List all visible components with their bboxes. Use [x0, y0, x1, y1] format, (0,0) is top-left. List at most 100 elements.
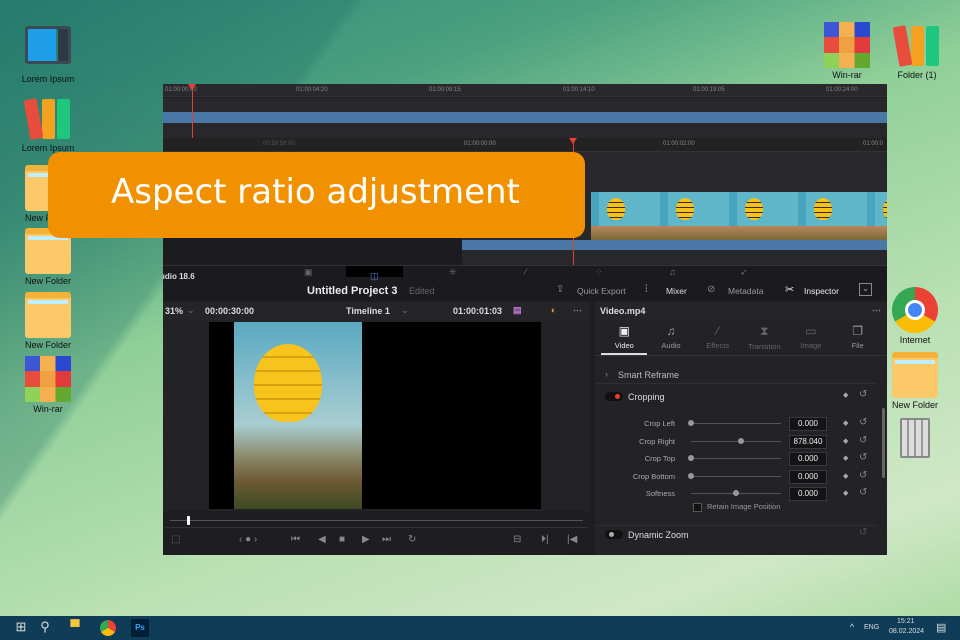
retain-image-position-checkbox[interactable]: Retain Image Position	[693, 502, 780, 512]
play-icon[interactable]: ▶	[362, 534, 370, 545]
skip-to-start-icon[interactable]: ⏮	[291, 534, 300, 545]
cropping-toggle[interactable]	[605, 392, 623, 401]
keyframe-icon[interactable]: ◆	[843, 454, 848, 462]
reset-icon[interactable]: ↺	[859, 389, 867, 400]
reset-icon[interactable]: ↺	[859, 452, 867, 463]
desktop-icon-binders[interactable]: Folder (1)	[882, 22, 952, 80]
stop-icon[interactable]: ■	[339, 534, 345, 545]
slider-knob[interactable]	[688, 420, 694, 426]
keyframe-icon[interactable]: ◆	[843, 437, 848, 445]
bottom-timeline-ruler[interactable]: 00:59:58:00 01:00:00:00 01:00:02:00 01:0…	[163, 138, 887, 152]
video-clip-thumbnails[interactable]	[591, 192, 887, 240]
desktop-icon-winrar[interactable]: Win-rar	[812, 22, 882, 80]
param-slider[interactable]	[691, 437, 781, 444]
slider-knob[interactable]	[733, 490, 739, 496]
reset-icon[interactable]: ↺	[859, 417, 867, 428]
inspector-button[interactable]: Inspector	[804, 286, 839, 296]
mark-out-icon[interactable]: |◀	[567, 534, 577, 545]
desktop-icon-recycle-bin[interactable]	[880, 418, 950, 460]
desktop-icon-binders[interactable]: Lorem Ipsum	[13, 95, 83, 153]
dynamic-zoom-toggle[interactable]	[605, 530, 623, 539]
param-slider[interactable]	[691, 490, 781, 496]
keyframe-icon[interactable]: ◆	[843, 472, 848, 480]
search-icon[interactable]: ⚲	[36, 619, 54, 637]
deliver-page-icon[interactable]: ➶	[740, 267, 748, 278]
chrome-icon[interactable]	[100, 620, 116, 636]
reset-icon[interactable]: ↺	[859, 527, 867, 538]
quick-export-button[interactable]: Quick Export	[577, 286, 626, 296]
dynamic-zoom-section[interactable]: Dynamic Zoom ↺	[595, 525, 877, 543]
more-options-icon[interactable]: ⋯	[573, 305, 582, 316]
scrubber[interactable]	[165, 512, 588, 528]
fairlight-page-icon[interactable]: ♫	[669, 267, 676, 277]
reset-icon[interactable]: ↺	[859, 487, 867, 498]
desktop-icon-folder[interactable]: New Folder	[13, 292, 83, 350]
timeline-dropdown[interactable]: Timeline 1	[346, 306, 390, 316]
top-timeline-ruler[interactable]: 01:00:00:00 01:00:04:20 01:00:09:15 01:0…	[163, 84, 887, 97]
cropping-section-header[interactable]: Cropping ◆ ↺	[595, 388, 877, 406]
slider-knob[interactable]	[688, 472, 694, 479]
tab-audio[interactable]: ♫ Audio	[648, 320, 694, 355]
keyframe-icon[interactable]: ◆	[843, 391, 848, 399]
param-value-field[interactable]: 0.000	[789, 417, 827, 431]
keyframe-icon[interactable]: ◆	[843, 489, 848, 497]
inspector-scrollbar[interactable]	[882, 408, 885, 478]
desktop-icon-folder[interactable]: New Folder	[880, 352, 950, 410]
project-title: Untitled Project 3	[307, 285, 398, 297]
scrubber-handle[interactable]	[186, 516, 190, 525]
param-slider[interactable]	[688, 472, 781, 479]
windows-start-icon[interactable]: ⊞	[12, 619, 30, 637]
audio-clip[interactable]	[462, 240, 887, 250]
page-tab-cut[interactable]: ◫	[346, 266, 403, 281]
language-indicator[interactable]: ENG	[864, 624, 879, 631]
slider-knob[interactable]	[688, 455, 694, 461]
prev-marker-icon[interactable]: ‹ ● ›	[239, 534, 257, 545]
param-value-field[interactable]: 0.000	[789, 452, 827, 466]
crop-frame-icon[interactable]: ⬚	[171, 534, 180, 545]
clock-time[interactable]: 15:21	[897, 618, 915, 625]
play-reverse-icon[interactable]: ◀	[318, 534, 326, 545]
clip-view-icon[interactable]: ▤	[513, 305, 522, 316]
smart-reframe-section[interactable]: › Smart Reframe	[595, 366, 877, 384]
param-slider[interactable]	[688, 420, 781, 426]
tray-chevron-icon[interactable]: ^	[850, 622, 854, 632]
edit-page-icon[interactable]: ⁜	[449, 267, 457, 278]
tab-video[interactable]: ▣ Video	[601, 320, 648, 355]
media-page-icon[interactable]: ▣	[304, 267, 313, 278]
param-slider[interactable]	[688, 455, 781, 461]
mark-in-icon[interactable]: ⏵|	[541, 534, 549, 545]
more-options-icon[interactable]: ⋯	[872, 305, 881, 316]
metadata-button[interactable]: Metadata	[728, 286, 763, 296]
desktop-icon-winrar[interactable]: Win-rar	[13, 356, 83, 414]
color-wheel-icon[interactable]: ◐	[551, 305, 556, 315]
param-value-field[interactable]: 878.040	[789, 434, 827, 449]
tab-transition[interactable]: ⧗ Transition	[741, 320, 787, 355]
tab-effects[interactable]: ⁄ Effects	[695, 320, 741, 355]
loop-icon[interactable]: ↻	[408, 534, 416, 545]
notifications-icon[interactable]: ▤	[936, 621, 946, 634]
reset-icon[interactable]: ↺	[859, 470, 867, 481]
slider-knob[interactable]	[737, 437, 744, 444]
file-icon: ❐	[852, 324, 863, 338]
top-playhead[interactable]	[188, 84, 196, 138]
param-label: Softness	[645, 489, 675, 498]
desktop-icon-computer[interactable]: Lorem Ipsum	[13, 26, 83, 84]
file-explorer-icon[interactable]: ▀	[66, 619, 84, 637]
param-value-field[interactable]: 0.000	[789, 487, 827, 501]
clock-date[interactable]: 08.02.2024	[889, 628, 924, 635]
tab-file[interactable]: ❐ File	[835, 320, 881, 355]
mixer-button[interactable]: Mixer	[666, 286, 687, 296]
reset-icon[interactable]: ↺	[859, 435, 867, 446]
param-value-field[interactable]: 0.000	[789, 469, 827, 484]
top-timeline-clip[interactable]	[163, 112, 887, 123]
keyframe-icon[interactable]: ◆	[843, 419, 848, 427]
expand-chevron-icon[interactable]: ⌄	[859, 283, 872, 296]
zoom-dropdown[interactable]: 31%	[165, 306, 183, 316]
skip-to-end-icon[interactable]: ⏭	[382, 534, 391, 545]
match-frame-icon[interactable]: ⊟	[513, 534, 521, 545]
fusion-page-icon[interactable]: ⁄	[525, 267, 527, 277]
desktop-icon-chrome[interactable]: Internet	[880, 287, 950, 345]
color-page-icon[interactable]: ⁘	[595, 267, 603, 278]
tab-image[interactable]: ▭ Image	[788, 320, 834, 355]
photoshop-icon[interactable]: Ps	[131, 619, 149, 637]
